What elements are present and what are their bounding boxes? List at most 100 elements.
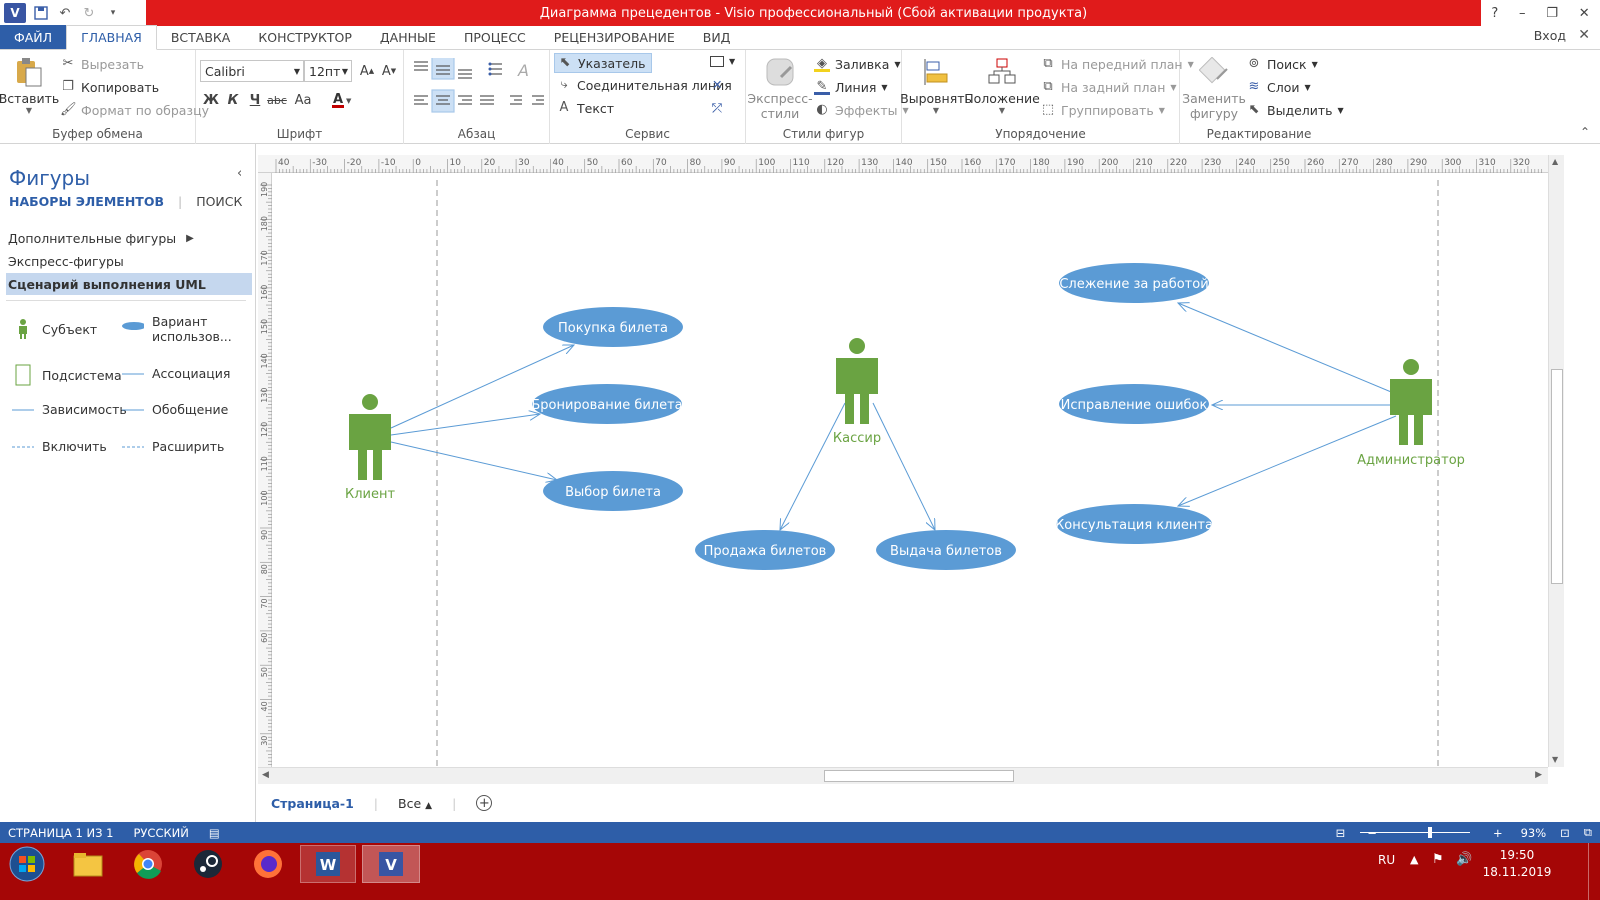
master-association[interactable]: Ассоциация (122, 366, 230, 381)
master-include[interactable]: Включить (12, 439, 107, 454)
font-size-select[interactable]: 12пт ▼ (304, 60, 352, 82)
shrink-font-icon[interactable]: A ▼ (378, 60, 400, 82)
connection-point-icon[interactable]: ⤱ (712, 100, 722, 116)
actor-admin[interactable]: Администратор (1357, 359, 1465, 468)
taskbar-visio[interactable]: V (362, 845, 420, 883)
tab-stencils[interactable]: НАБОРЫ ЭЛЕМЕНТОВ (9, 194, 164, 209)
horizontal-scrollbar[interactable]: ◀ ▶ (258, 767, 1548, 784)
switch-windows-icon[interactable]: ⧉ (1584, 825, 1592, 840)
master-dependency[interactable]: Зависимость (12, 402, 127, 417)
zoom-in-icon[interactable]: + (1493, 826, 1503, 840)
quick-styles-button[interactable]: Экспресс- стили (747, 56, 813, 121)
master-generalization[interactable]: Обобщение (122, 402, 228, 417)
tab-insert[interactable]: ВСТАВКА (157, 25, 245, 49)
usecase-issuing[interactable]: Выдача билетов (876, 530, 1016, 570)
layers-button[interactable]: ≋ Слои ▼ (1246, 79, 1311, 95)
rectangle-tool-button[interactable]: ▼ (710, 56, 735, 67)
delete-connector-icon[interactable]: ✕ (712, 77, 722, 92)
page-tab-1[interactable]: Страница-1 (271, 796, 354, 811)
format-painter-button[interactable]: 🖌 Формат по образцу (60, 102, 209, 118)
vertical-scroll-thumb[interactable] (1551, 369, 1563, 584)
all-pages-button[interactable]: Все ▲ (398, 796, 432, 811)
association-line[interactable] (872, 402, 935, 530)
align-button[interactable]: Выровнять ▼ (900, 56, 972, 115)
tab-review[interactable]: РЕЦЕНЗИРОВАНИЕ (540, 25, 689, 49)
underline-button[interactable]: Ч (244, 89, 266, 111)
send-back-button[interactable]: ⧉ На задний план ▼ (1040, 79, 1176, 95)
presentation-mode-icon[interactable]: ⊟ (1336, 826, 1346, 840)
drawing-canvas[interactable]: Покупка билета Бронирование билета Выбор… (272, 173, 1548, 767)
strikethrough-button[interactable]: abc (266, 89, 288, 111)
position-button[interactable]: Положение ▼ (964, 56, 1040, 115)
macro-icon[interactable]: ▤ (209, 826, 220, 840)
usecase-purchase[interactable]: Покупка билета (543, 307, 683, 347)
usecase-booking[interactable]: Бронирование билета (531, 384, 683, 424)
association-line[interactable] (780, 402, 846, 530)
zoom-slider-thumb[interactable] (1428, 827, 1432, 838)
redo-icon[interactable]: ↻ (80, 4, 98, 22)
effects-button[interactable]: ◐ Эффекты ▼ (814, 102, 908, 118)
stencil-more-shapes[interactable]: Дополнительные фигуры ▶ (6, 227, 252, 249)
taskbar-word[interactable]: W (300, 845, 356, 883)
association-line[interactable] (390, 441, 557, 480)
tray-expand-icon[interactable]: ▲ (1410, 853, 1418, 866)
tab-home[interactable]: ГЛАВНАЯ (66, 25, 157, 50)
tab-data[interactable]: ДАННЫЕ (366, 25, 450, 49)
horizontal-scroll-thumb[interactable] (824, 770, 1014, 782)
add-page-icon[interactable]: + (476, 795, 493, 811)
help-icon[interactable]: ? (1491, 6, 1498, 21)
input-language[interactable]: RU (1378, 853, 1395, 867)
taskbar-steam[interactable] (180, 845, 236, 883)
minimize-icon[interactable]: – (1519, 6, 1526, 21)
show-desktop-button[interactable] (1588, 843, 1600, 900)
paragraph-tools[interactable]: A (410, 58, 550, 118)
zoom-level[interactable]: 93% (1521, 826, 1547, 840)
zoom-slider[interactable] (1360, 832, 1470, 833)
stencil-quick-shapes[interactable]: Экспресс-фигуры (6, 250, 252, 272)
tab-design[interactable]: КОНСТРУКТОР (244, 25, 366, 49)
stencil-uml-use-case[interactable]: Сценарий выполнения UML (6, 273, 252, 295)
scroll-right-icon[interactable]: ▶ (1535, 770, 1542, 780)
grow-font-icon[interactable]: A ▲ (356, 60, 378, 82)
bold-button[interactable]: Ж (200, 89, 222, 111)
save-icon[interactable] (32, 4, 50, 22)
master-actor[interactable]: Субъект (12, 319, 97, 339)
change-case-button[interactable]: Aa (288, 89, 318, 111)
collapse-pane-icon[interactable]: ‹ (237, 166, 242, 181)
association-line[interactable] (390, 414, 540, 436)
customize-qat-icon[interactable]: ▾ (104, 4, 122, 22)
undo-icon[interactable]: ↶ (56, 4, 74, 22)
pointer-tool-button[interactable]: ⬉ Указатель (554, 53, 653, 73)
line-button[interactable]: ✎ Линия ▼ (814, 79, 888, 95)
scroll-up-icon[interactable]: ▲ (1552, 157, 1558, 166)
action-center-flag-icon[interactable]: ⚑ (1432, 852, 1444, 867)
collapse-ribbon-icon[interactable]: ⌃ (1580, 125, 1590, 139)
font-color-button[interactable]: A ▼ (326, 89, 356, 111)
usecase-consultation[interactable]: Консультация клиента (1055, 504, 1213, 544)
change-shape-button[interactable]: Заменить фигуру (1182, 56, 1246, 121)
text-tool-button[interactable]: A Текст (556, 100, 614, 116)
taskbar-explorer[interactable] (60, 845, 116, 883)
usecase-selection[interactable]: Выбор билета (543, 471, 683, 511)
usecase-error-fixing[interactable]: Исправление ошибок (1059, 384, 1209, 424)
actor-cashier[interactable]: Кассир (833, 338, 881, 446)
tab-file[interactable]: ФАЙЛ (0, 25, 67, 49)
taskbar-chrome[interactable] (120, 845, 176, 883)
tab-process[interactable]: ПРОЦЕСС (450, 25, 540, 49)
sign-in-link[interactable]: Вход (1534, 28, 1566, 43)
close-doc-icon[interactable]: ✕ (1578, 27, 1590, 43)
scroll-left-icon[interactable]: ◀ (262, 770, 269, 780)
bring-front-button[interactable]: ⧉ На передний план ▼ (1040, 56, 1193, 72)
association-line[interactable] (1178, 303, 1397, 395)
restore-icon[interactable]: ❐ (1546, 6, 1558, 21)
group-button[interactable]: ⬚ Группировать ▼ (1040, 102, 1165, 118)
close-icon[interactable]: ✕ (1579, 6, 1590, 21)
usecase-sales[interactable]: Продажа билетов (695, 530, 835, 570)
clock[interactable]: 19:50 18.11.2019 (1482, 847, 1552, 881)
vertical-scrollbar[interactable]: ▲ ▼ (1548, 155, 1564, 767)
start-button[interactable] (2, 845, 52, 883)
tab-view[interactable]: ВИД (689, 25, 745, 49)
font-family-select[interactable]: Calibri ▼ (200, 60, 304, 82)
master-use-case[interactable]: Вариант использов... (122, 314, 232, 344)
italic-button[interactable]: К (222, 89, 244, 111)
